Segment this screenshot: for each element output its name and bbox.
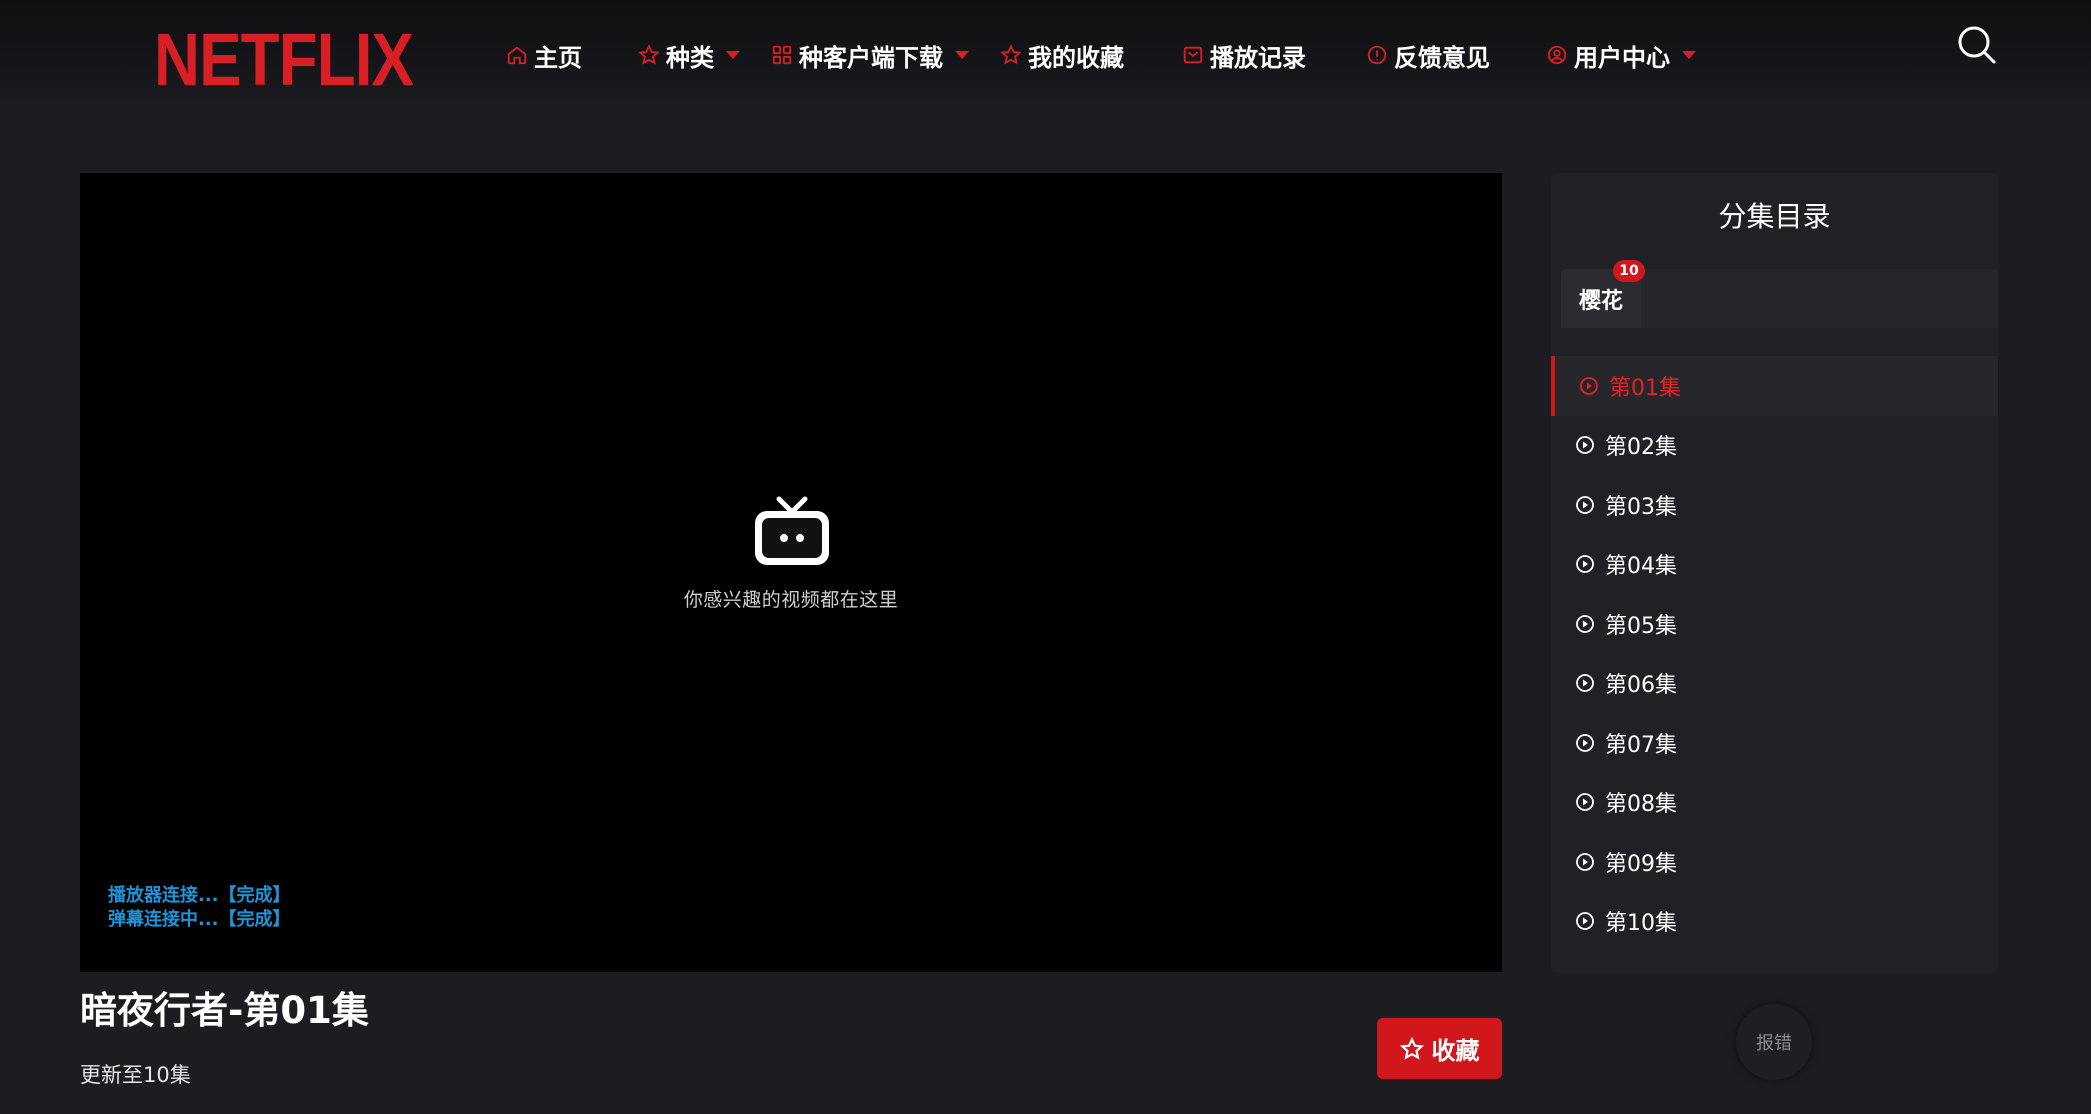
- play-circle-icon: [1576, 793, 1594, 812]
- grid-icon: [772, 45, 792, 65]
- play-circle-icon: [1576, 555, 1594, 574]
- video-player[interactable]: 你感兴趣的视频都在这里 播放器连接...【完成】 弹幕连接中...【完成】: [80, 173, 1502, 972]
- main-nav: 主页 种类 种客户端下载 我的收藏 播放记录 反馈意见 用户中心: [0, 30, 1800, 80]
- nav-item-home[interactable]: 主页: [506, 30, 582, 80]
- history-icon: [1183, 46, 1203, 64]
- play-circle-icon: [1576, 614, 1594, 633]
- episode-label: 第05集: [1605, 613, 1677, 639]
- episode-label: 第08集: [1605, 792, 1677, 818]
- play-circle-icon: [1576, 436, 1594, 455]
- player-status-log: 播放器连接...【完成】 弹幕连接中...【完成】: [108, 884, 291, 932]
- play-circle-icon: [1576, 495, 1594, 514]
- nav-item-client-download[interactable]: 种客户端下载: [771, 30, 969, 80]
- nav-item-user-center[interactable]: 用户中心: [1546, 30, 1696, 80]
- source-tabs: 樱花 10: [1561, 260, 1998, 328]
- source-label: 樱花: [1578, 288, 1623, 314]
- player-log-line: 播放器连接...【完成】: [108, 885, 291, 906]
- tab-source[interactable]: 樱花 10: [1561, 260, 1645, 328]
- episode-item[interactable]: 第01集: [1551, 356, 1998, 416]
- episode-item[interactable]: 第03集: [1551, 475, 1998, 535]
- favorite-button[interactable]: 收藏: [1377, 1018, 1502, 1079]
- nav-item-label: 主页: [534, 43, 582, 72]
- player-caption: 你感兴趣的视频都在这里: [683, 589, 899, 611]
- update-status: 更新至10集: [80, 1063, 191, 1087]
- star-icon: [638, 44, 660, 65]
- episode-label: 第07集: [1605, 732, 1677, 758]
- play-circle-icon: [1576, 733, 1594, 752]
- episode-item[interactable]: 第06集: [1551, 654, 1998, 714]
- site-header: NETFLIX 主页 种类 种客户端下载 我的收藏 播放记录 反馈意见 用户中心: [0, 0, 2091, 112]
- episode-item[interactable]: 第02集: [1551, 416, 1998, 476]
- episode-label: 第06集: [1605, 673, 1677, 699]
- nav-item-history[interactable]: 播放记录: [1182, 30, 1306, 80]
- home-icon: [507, 46, 527, 65]
- report-button[interactable]: 报错: [1736, 1004, 1812, 1080]
- video-title: 暗夜行者-第01集: [80, 989, 369, 1032]
- episode-label: 第02集: [1605, 435, 1677, 461]
- play-circle-icon: [1580, 376, 1598, 395]
- nav-item-label: 种客户端下载: [799, 43, 943, 72]
- info-icon: [1367, 45, 1387, 65]
- search-icon[interactable]: [1956, 24, 1998, 66]
- episode-label: 第09集: [1605, 851, 1677, 877]
- player-log-line: 弹幕连接中...【完成】: [108, 909, 291, 930]
- episode-label: 第03集: [1605, 494, 1677, 520]
- episode-panel: 分集目录 樱花 10 第01集 第02集 第03集 第04集 第05集 第06集 第07集第…: [1551, 173, 1998, 973]
- episode-item[interactable]: 第05集: [1551, 594, 1998, 654]
- episode-list: 第01集第02集第03集第04集第05集第06集第07集第08集第09集第10集: [1551, 356, 1998, 951]
- tv-icon: [755, 496, 829, 565]
- nav-item-label: 播放记录: [1210, 43, 1306, 72]
- nav-item-feedback[interactable]: 反馈意见: [1366, 30, 1490, 80]
- episode-count-badge: 10: [1613, 260, 1645, 282]
- play-circle-icon: [1576, 912, 1594, 931]
- episode-item[interactable]: 第07集: [1551, 713, 1998, 773]
- play-circle-icon: [1576, 852, 1594, 871]
- chevron-down-icon: [726, 51, 740, 59]
- nav-item-label: 反馈意见: [1394, 43, 1490, 72]
- episode-item[interactable]: 第04集: [1551, 535, 1998, 595]
- episode-label: 第04集: [1605, 554, 1677, 580]
- nav-item-favorites[interactable]: 我的收藏: [1000, 30, 1124, 80]
- play-circle-icon: [1576, 674, 1594, 693]
- episode-item[interactable]: 第08集: [1551, 773, 1998, 833]
- chevron-down-icon: [1682, 51, 1696, 59]
- chevron-down-icon: [955, 51, 969, 59]
- episode-label: 第10集: [1605, 911, 1677, 937]
- favorite-label: 收藏: [1431, 1037, 1480, 1065]
- panel-title: 分集目录: [1718, 200, 1831, 233]
- user-icon: [1547, 45, 1567, 65]
- episode-item[interactable]: 第09集: [1551, 832, 1998, 892]
- nav-item-label: 用户中心: [1574, 43, 1670, 72]
- nav-item-categories[interactable]: 种类: [638, 30, 740, 80]
- nav-item-label: 种类: [666, 43, 714, 72]
- episode-item[interactable]: 第10集: [1551, 892, 1998, 952]
- nav-item-label: 我的收藏: [1028, 43, 1124, 72]
- star-icon: [1399, 1036, 1424, 1060]
- star-icon: [1000, 44, 1022, 65]
- episode-label: 第01集: [1609, 375, 1681, 401]
